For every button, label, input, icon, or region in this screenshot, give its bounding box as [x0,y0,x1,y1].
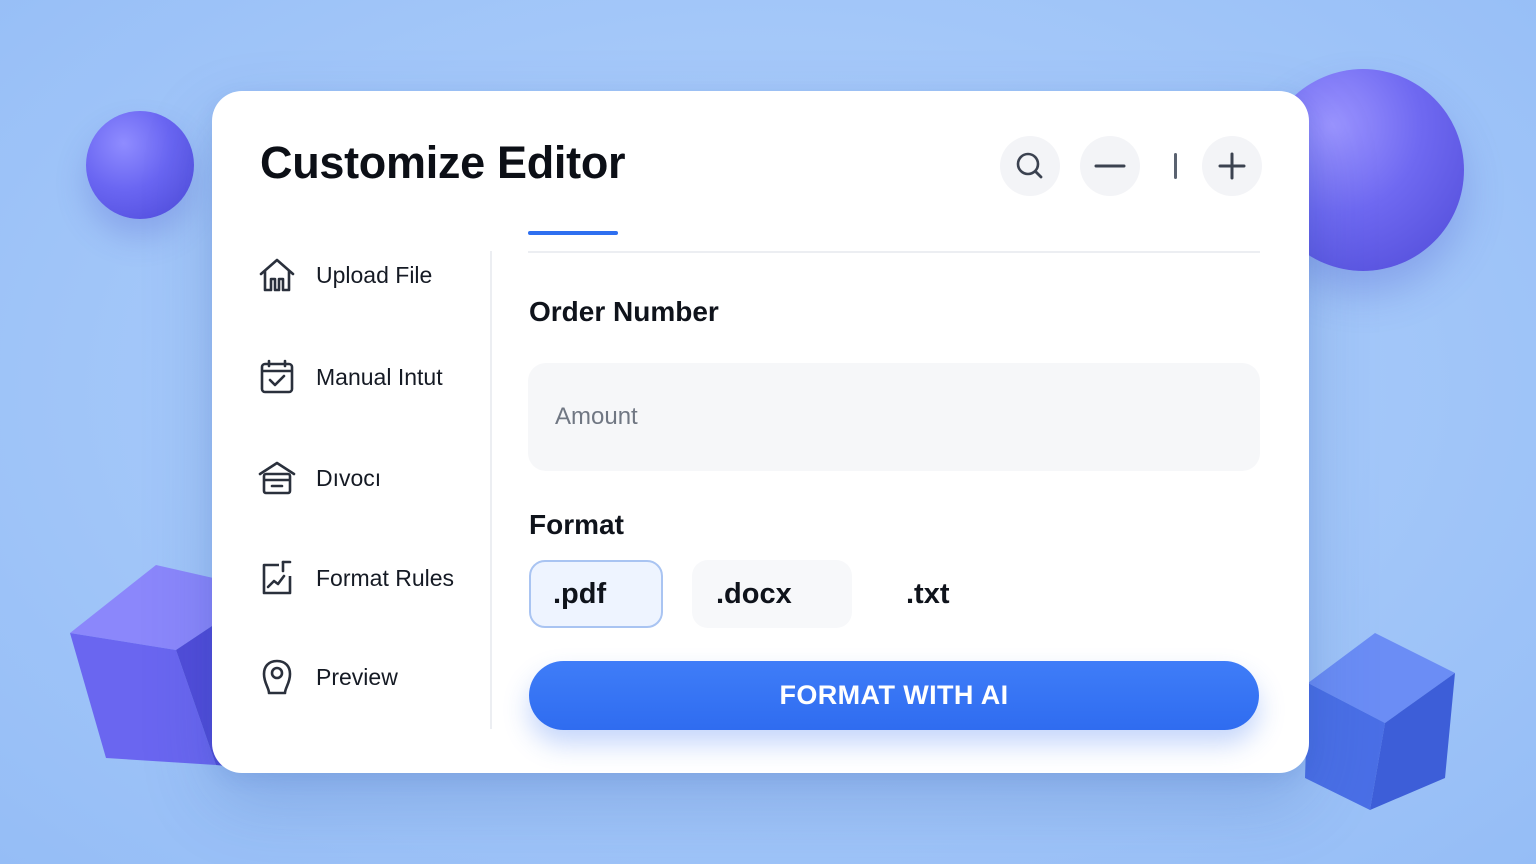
amount-input[interactable] [528,363,1260,471]
toolbar-separator [1174,153,1177,179]
sidebar-item-label: Upload File [316,261,433,288]
sidebar-item-divoci[interactable]: Dıvocı [256,456,486,500]
archive-box-icon [258,461,296,495]
format-option-docx[interactable]: .docx [692,560,852,628]
editor-card: Customize Editor Upload File Manual Intu… [212,91,1309,773]
decorative-sphere-left [86,111,194,219]
sidebar-item-format-rules[interactable]: Format Rules [256,556,486,600]
page-title: Customize Editor [260,137,626,188]
sidebar-item-upload-file[interactable]: Upload File [256,253,486,297]
sidebar-item-label: Manual Intut [316,363,443,390]
zoom-out-button[interactable] [1080,136,1140,196]
sidebar-item-preview[interactable]: Preview [256,655,486,699]
format-with-ai-button[interactable]: FORMAT WITH AI [529,661,1259,730]
home-icon [259,258,295,292]
sidebar-divider [490,251,492,729]
order-number-label: Order Number [529,296,719,327]
location-pin-icon [262,659,292,695]
calendar-check-icon [260,359,294,394]
search-button[interactable] [1000,136,1060,196]
sidebar-item-label: Preview [316,663,398,690]
plus-icon [1218,152,1246,180]
search-icon [1016,152,1043,179]
document-chart-icon [262,560,292,595]
active-tab-indicator [528,231,618,235]
format-option-txt[interactable]: .txt [892,560,992,628]
sidebar-item-manual-input[interactable]: Manual Intut [256,355,486,399]
zoom-in-button[interactable] [1202,136,1262,196]
minus-icon [1094,164,1126,168]
header-divider [528,251,1260,253]
format-option-pdf[interactable]: .pdf [529,560,663,628]
sidebar-item-label: Dıvocı [316,464,382,491]
format-label: Format [529,509,624,540]
decorative-cube-right [1305,633,1455,810]
sidebar-item-label: Format Rules [316,564,455,591]
